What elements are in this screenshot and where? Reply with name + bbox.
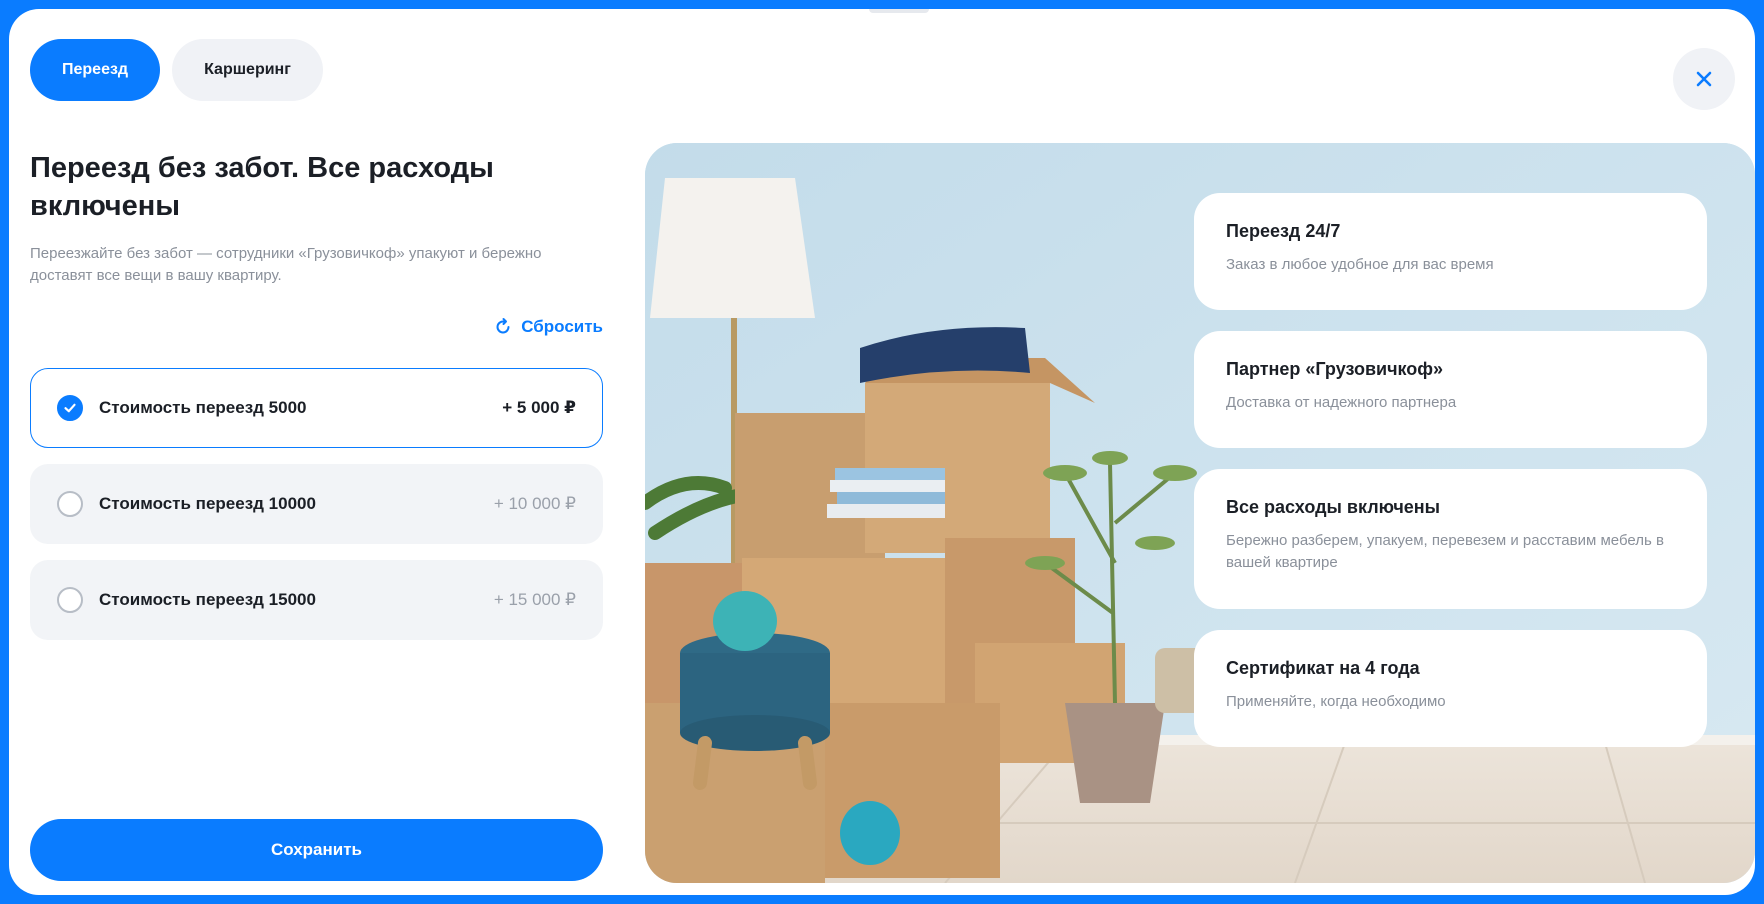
- card-title: Все расходы включены: [1226, 497, 1441, 517]
- feature-card: Переезд 24/7 Заказ в любое удобное для в…: [1194, 193, 1707, 310]
- page-title: Переезд без забот. Все расходы включены: [30, 152, 494, 222]
- option-15000[interactable]: Стоимость переезд 15000 + 15 000 ₽: [30, 560, 603, 640]
- option-5000[interactable]: Стоимость переезд 5000 + 5 000 ₽: [30, 368, 603, 448]
- page-description: Переезжайте без забот — сотрудники «Груз…: [30, 245, 542, 284]
- card-text: Применяйте, когда необходимо: [1226, 693, 1446, 710]
- card-title: Партнер «Грузовичкоф»: [1226, 359, 1444, 379]
- card-text: Заказ в любое удобное для вас время: [1226, 256, 1494, 273]
- card-text: Бережно разберем, упакуем, перевезем и р…: [1226, 532, 1664, 571]
- feature-card: Партнер «Грузовичкоф» Доставка от надежн…: [1194, 331, 1707, 448]
- reset-button[interactable]: Сбросить: [493, 317, 603, 337]
- refresh-icon: [496, 318, 510, 334]
- close-button[interactable]: [1673, 48, 1735, 110]
- feature-cards: Переезд 24/7 Заказ в любое удобное для в…: [1194, 193, 1707, 768]
- option-label: Стоимость переезд 10000: [99, 494, 316, 513]
- checkmark-icon: [64, 403, 76, 413]
- moving-options-modal: Переезд Каршеринг Переезд без забот. Все…: [9, 9, 1755, 895]
- option-price: + 5 000 ₽: [502, 398, 576, 417]
- option-label: Стоимость переезд 15000: [99, 590, 316, 609]
- option-label: Стоимость переезд 5000: [99, 398, 307, 417]
- radio-checked[interactable]: [57, 395, 83, 421]
- options-panel: Переезд без забот. Все расходы включены …: [30, 149, 603, 640]
- card-title: Сертификат на 4 года: [1226, 658, 1420, 678]
- reset-label: Сбросить: [521, 317, 603, 336]
- radio-unchecked[interactable]: [57, 491, 83, 517]
- option-price: + 15 000 ₽: [493, 590, 576, 609]
- tab-carsharing[interactable]: Каршеринг: [172, 39, 323, 101]
- option-price: + 10 000 ₽: [493, 494, 576, 513]
- feature-card: Сертификат на 4 года Применяйте, когда н…: [1194, 630, 1707, 747]
- card-text: Доставка от надежного партнера: [1226, 394, 1457, 411]
- tab-bar: Переезд Каршеринг: [30, 39, 323, 101]
- radio-unchecked[interactable]: [57, 587, 83, 613]
- save-button[interactable]: Сохранить: [30, 819, 603, 881]
- modal-handle: [869, 9, 929, 13]
- feature-card: Все расходы включены Бережно разберем, у…: [1194, 469, 1707, 609]
- close-icon: [1696, 71, 1712, 87]
- price-options-list: Стоимость переезд 5000 + 5 000 ₽ Стоимос…: [30, 368, 603, 656]
- card-title: Переезд 24/7: [1226, 221, 1341, 241]
- tab-moving[interactable]: Переезд: [30, 39, 161, 101]
- option-10000[interactable]: Стоимость переезд 10000 + 10 000 ₽: [30, 464, 603, 544]
